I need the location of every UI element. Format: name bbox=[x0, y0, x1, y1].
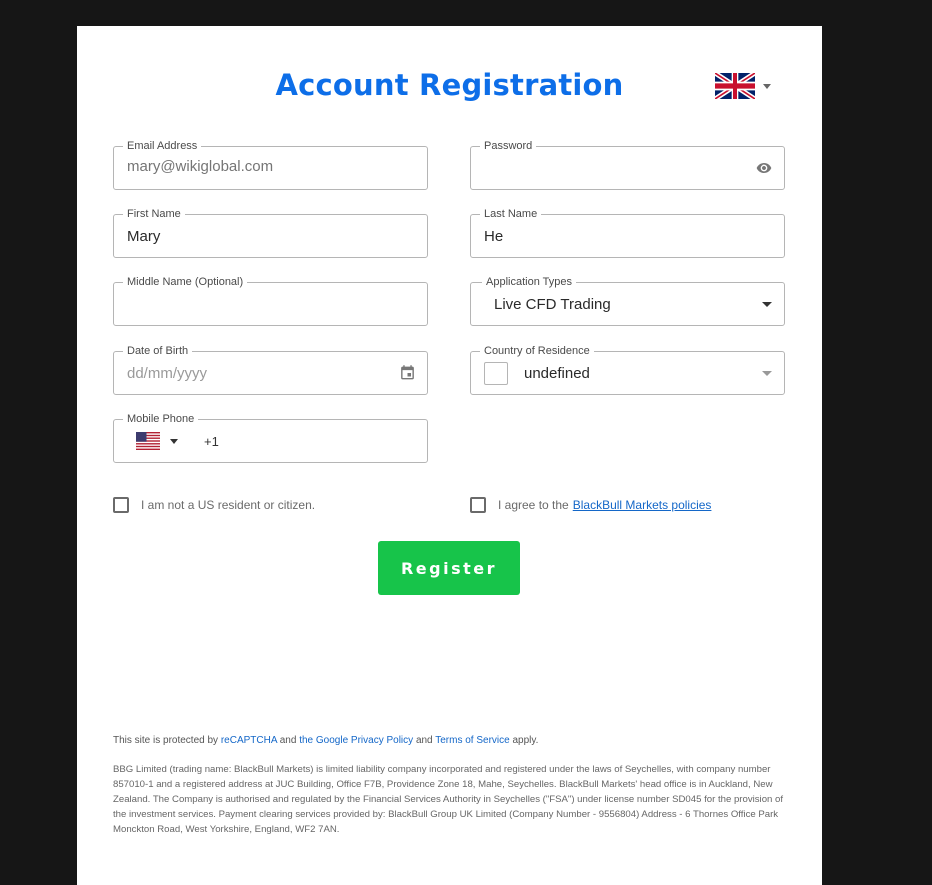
registration-card: Account Registration Email Address Passw… bbox=[77, 26, 822, 885]
application-type-value: Live CFD Trading bbox=[494, 296, 611, 313]
privacy-policy-link[interactable]: the Google Privacy Policy bbox=[299, 735, 413, 746]
register-button[interactable]: Register bbox=[378, 541, 520, 595]
chevron-down-icon bbox=[762, 302, 772, 307]
recaptcha-suffix: apply. bbox=[512, 735, 539, 746]
last-name-field[interactable]: Last Name He bbox=[470, 207, 785, 258]
chevron-down-icon[interactable] bbox=[170, 439, 178, 444]
first-name-field[interactable]: First Name Mary bbox=[113, 207, 428, 258]
policies-checkbox[interactable] bbox=[470, 497, 486, 513]
terms-of-service-link[interactable]: Terms of Service bbox=[435, 735, 509, 746]
dob-field[interactable]: Date of Birth dd/mm/yyyy bbox=[113, 344, 428, 395]
email-input[interactable] bbox=[127, 158, 387, 175]
us-resident-label: I am not a US resident or citizen. bbox=[141, 498, 316, 512]
middle-name-input[interactable] bbox=[127, 294, 387, 311]
chevron-down-icon bbox=[762, 371, 772, 376]
middle-name-field[interactable]: Middle Name (Optional) bbox=[113, 275, 428, 326]
legal-disclaimer: BBG Limited (trading name: BlackBull Mar… bbox=[113, 764, 784, 835]
first-name-value: Mary bbox=[127, 228, 161, 245]
policies-link[interactable]: BlackBull Markets policies bbox=[573, 498, 712, 512]
policies-checkbox-row[interactable]: I agree to the BlackBull Markets policie… bbox=[470, 496, 711, 514]
password-field[interactable]: Password bbox=[470, 139, 785, 190]
application-type-label: Application Types bbox=[482, 275, 577, 289]
password-input[interactable] bbox=[484, 158, 744, 175]
first-name-label: First Name bbox=[123, 207, 185, 221]
mobile-phone-label: Mobile Phone bbox=[123, 412, 199, 426]
recaptcha-notice: This site is protected by reCAPTCHA and … bbox=[113, 735, 538, 746]
us-resident-checkbox-row[interactable]: I am not a US resident or citizen. bbox=[113, 496, 315, 514]
recaptcha-prefix: This site is protected by bbox=[113, 735, 219, 746]
middle-name-label: Middle Name (Optional) bbox=[123, 275, 248, 289]
uk-flag-icon bbox=[715, 73, 755, 99]
country-select[interactable]: Country of Residence undefined bbox=[470, 344, 785, 395]
recaptcha-and-1: and bbox=[279, 735, 297, 746]
dial-code: +1 bbox=[204, 434, 219, 449]
email-field[interactable]: Email Address bbox=[113, 139, 428, 190]
calendar-icon[interactable] bbox=[399, 364, 416, 382]
last-name-label: Last Name bbox=[480, 207, 542, 221]
country-value: undefined bbox=[524, 365, 590, 382]
recaptcha-link[interactable]: reCAPTCHA bbox=[221, 735, 277, 746]
language-selector[interactable] bbox=[715, 73, 775, 101]
recaptcha-and-2: and bbox=[415, 735, 433, 746]
us-resident-checkbox[interactable] bbox=[113, 497, 129, 513]
eye-icon[interactable] bbox=[754, 160, 774, 176]
dob-placeholder: dd/mm/yyyy bbox=[127, 365, 208, 382]
country-flag-placeholder bbox=[484, 362, 508, 385]
policies-label: I agree to the bbox=[498, 498, 569, 512]
email-label: Email Address bbox=[123, 139, 202, 153]
us-flag-icon[interactable] bbox=[136, 432, 160, 450]
application-type-select[interactable]: Application Types Live CFD Trading bbox=[470, 275, 785, 326]
country-label: Country of Residence bbox=[480, 344, 594, 358]
mobile-phone-field[interactable]: Mobile Phone +1 bbox=[113, 412, 428, 463]
password-label: Password bbox=[480, 139, 537, 153]
chevron-down-icon bbox=[763, 84, 771, 89]
page-title: Account Registration bbox=[275, 68, 624, 102]
last-name-value: He bbox=[484, 228, 504, 245]
dob-label: Date of Birth bbox=[123, 344, 193, 358]
